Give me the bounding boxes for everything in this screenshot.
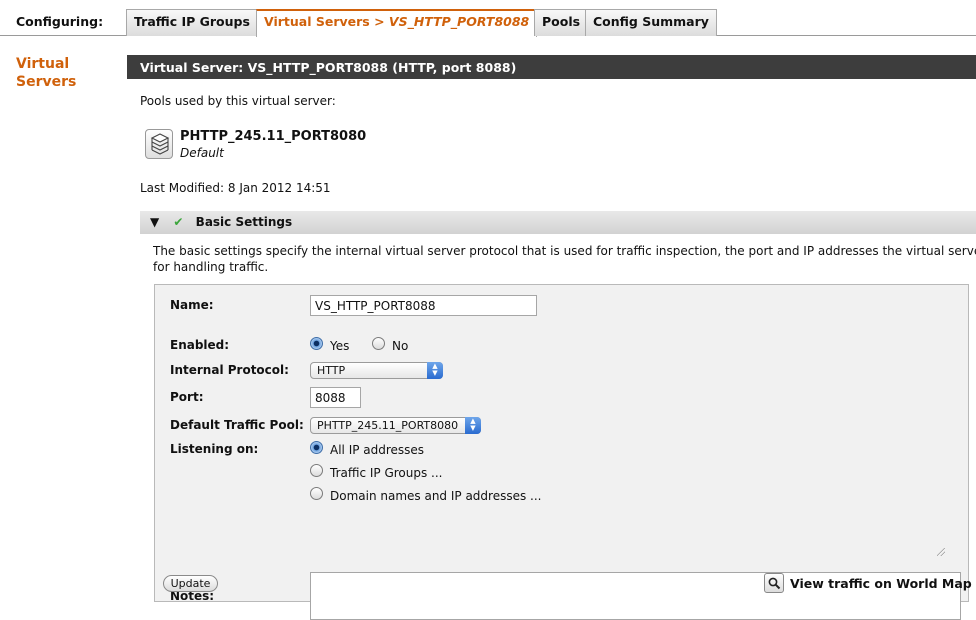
enabled-label: Enabled: — [170, 338, 230, 352]
select-arrows-icon: ▲ ▼ — [465, 417, 481, 434]
pool-link[interactable]: PHTTP_245.11_PORT8080 — [180, 129, 366, 144]
main-content: Virtual Server: VS_HTTP_PORT8088 (HTTP, … — [127, 55, 976, 620]
name-input[interactable]: VS_HTTP_PORT8088 — [310, 295, 537, 316]
tab-label: Pools — [542, 14, 581, 29]
default-pool-label: Default Traffic Pool: — [170, 418, 304, 432]
listening-label: Listening on: — [170, 442, 259, 456]
listen-traffic-ip-groups-label: Traffic IP Groups ... — [330, 466, 443, 480]
enabled-no-label: No — [392, 339, 409, 353]
protocol-select[interactable]: HTTP ▲ ▼ — [310, 362, 443, 379]
nav-title-line1: Virtual — [16, 56, 70, 72]
protocol-label: Internal Protocol: — [170, 363, 289, 377]
basic-settings-form: Name: VS_HTTP_PORT8088 Enabled: Yes No I… — [154, 284, 969, 620]
checkmark-icon: ✔ — [173, 215, 184, 229]
world-map-link[interactable]: View traffic on World Map — [790, 576, 972, 591]
default-pool-select[interactable]: PHTTP_245.11_PORT8080 ▲ ▼ — [310, 417, 481, 434]
basic-settings-header[interactable]: ▼ ✔ Basic Settings — [140, 211, 976, 234]
enabled-yes-label: Yes — [330, 339, 350, 353]
page-title: Virtual Server: VS_HTTP_PORT8088 (HTTP, … — [127, 55, 976, 79]
nav-title-line2: Servers — [16, 74, 77, 90]
enabled-yes-radio[interactable] — [310, 337, 323, 350]
textarea-resize-handle[interactable] — [937, 548, 947, 558]
tab-breadcrumb-current: VS_HTTP_PORT8088 — [388, 14, 530, 29]
listen-domain-names-label: Domain names and IP addresses ... — [330, 489, 542, 503]
pools-used-label: Pools used by this virtual server: — [140, 94, 336, 108]
update-button[interactable]: Update — [163, 575, 218, 592]
collapse-triangle-icon[interactable]: ▼ — [150, 215, 159, 229]
port-label: Port: — [170, 390, 204, 404]
listen-all-ip-label: All IP addresses — [330, 443, 425, 457]
listen-all-ip-radio[interactable] — [310, 441, 323, 454]
top-tab-bar: Configuring: Traffic IP Groups Virtual S… — [0, 0, 976, 37]
tab-label: Virtual Servers > — [264, 14, 385, 29]
pool-default-label: Default — [180, 146, 224, 160]
pool-stack-icon[interactable] — [145, 129, 173, 159]
name-label: Name: — [170, 298, 214, 312]
tab-pools[interactable]: Pools — [534, 9, 589, 36]
port-input[interactable]: 8088 — [310, 387, 361, 408]
tab-label: Traffic IP Groups — [134, 14, 250, 29]
resize-grip-icon — [937, 548, 945, 556]
default-pool-value: PHTTP_245.11_PORT8080 — [317, 419, 459, 432]
last-modified: Last Modified: 8 Jan 2012 14:51 — [140, 181, 331, 195]
desc-line-2: for handling traffic. — [153, 260, 269, 274]
listen-domain-names-radio[interactable] — [310, 487, 323, 500]
select-arrows-icon: ▲ ▼ — [427, 362, 443, 379]
magnifier-icon[interactable] — [764, 573, 784, 593]
listen-traffic-ip-groups-radio[interactable] — [310, 464, 323, 477]
section-title: Basic Settings — [195, 215, 293, 229]
tab-traffic-ip-groups[interactable]: Traffic IP Groups — [126, 9, 258, 36]
enabled-no-radio[interactable] — [372, 337, 385, 350]
tab-label: Config Summary — [593, 14, 709, 29]
protocol-value: HTTP — [317, 364, 346, 377]
section-description: The basic settings specify the internal … — [153, 243, 976, 275]
section-nav-title: Virtual Servers — [16, 55, 106, 91]
configuring-label: Configuring: — [16, 14, 104, 29]
desc-line-1: The basic settings specify the internal … — [153, 244, 976, 258]
tab-config-summary[interactable]: Config Summary — [585, 9, 717, 36]
tab-virtual-servers[interactable]: Virtual Servers > VS_HTTP_PORT8088 — [256, 9, 538, 37]
